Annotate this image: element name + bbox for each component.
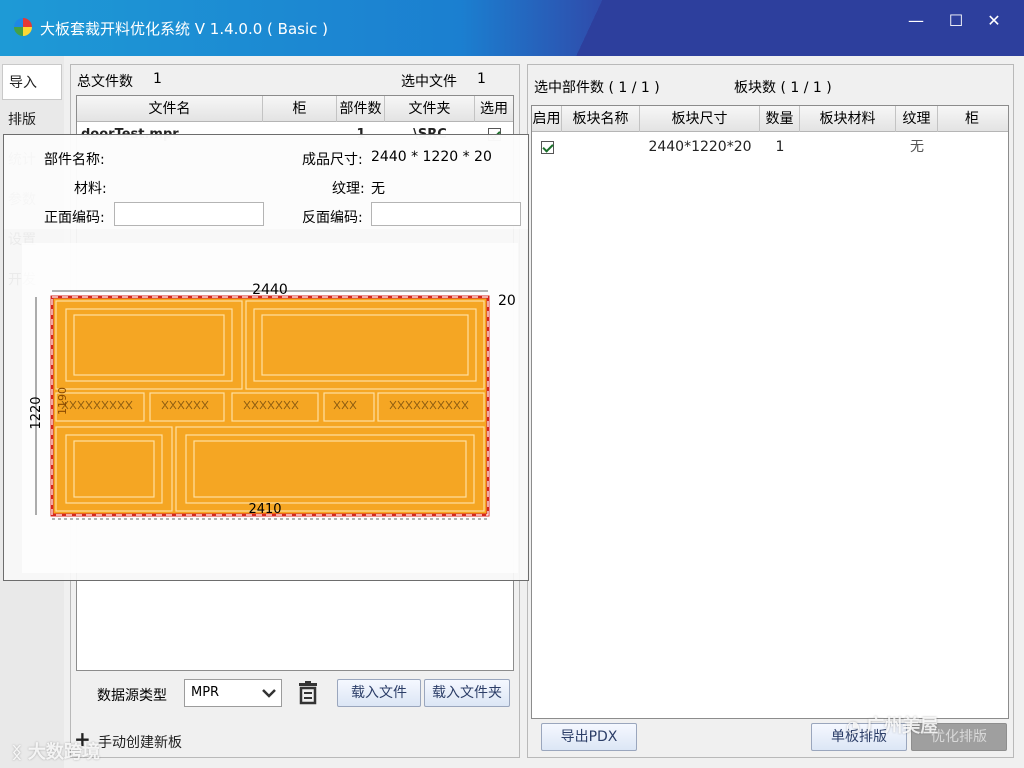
wechat-icon: ◔ [846,717,860,736]
datasource-label: 数据源类型 [97,688,167,704]
nav-item-layout[interactable]: 排版 [2,102,62,138]
col-header-board-name[interactable]: 板块名称 [562,106,640,132]
selected-parts-label: 选中部件数 ( 1 / 1 ) [534,80,660,96]
back-code-input[interactable] [371,202,521,226]
enable-checkbox[interactable] [540,140,554,154]
col-header-filename[interactable]: 文件名 [77,96,263,122]
load-file-button[interactable]: 载入文件 [337,679,421,707]
cell-cabinet [938,136,1006,158]
title-bar[interactable]: 大板套裁开料优化系统 V 1.4.0.0 ( Basic ) — ☐ ✕ [0,0,1024,56]
watermark-logo-icon: ᛝ [12,743,22,762]
watermark-right: ◔ 广州美屋 [846,712,938,738]
dim-bottom-label: 2410 [248,502,281,517]
cell-material [800,136,896,158]
col-header-board-size[interactable]: 板块尺寸 [640,106,760,132]
finished-size-label: 成品尺寸: [302,152,363,168]
total-files-label: 总文件数 [77,74,133,90]
app-icon [14,18,32,36]
total-files-value: 1 [153,71,162,87]
app-window: 大板套裁开料优化系统 V 1.4.0.0 ( Basic ) — ☐ ✕ 导入 … [0,0,1024,768]
chevron-down-icon [262,689,276,698]
col-header-enabled[interactable]: 启用 [532,106,562,132]
material-label: 材料: [74,181,107,197]
watermark-left-text: 大数跨境 [27,742,100,763]
datasource-select[interactable]: MPR [184,679,282,707]
parts-grid-header: 启用 板块名称 板块尺寸 数量 板块材料 纹理 柜 [532,106,1008,132]
load-folder-button[interactable]: 载入文件夹 [424,679,510,707]
front-code-input[interactable] [114,202,264,226]
board-drawing-svg: 2440 20 1220 1190 2410 [29,282,516,520]
back-code-label: 反面编码: [302,210,363,226]
part-preview-popup: 部件名称: 成品尺寸: 2440 * 1220 * 20 材料: 纹理: 无 正… [3,134,529,581]
col-header-material[interactable]: 板块材料 [800,106,896,132]
files-grid-header: 文件名 柜 部件数 文件夹 选用 [77,96,513,122]
front-code-label: 正面编码: [44,210,105,226]
grain-value: 无 [371,181,385,197]
board-drawing: 2440 20 1220 1190 2410 [22,243,518,573]
board-count-label: 板块数 ( 1 / 1 ) [734,80,832,96]
table-row[interactable]: 2440*1220*20 1 无 [532,136,1006,158]
minimize-button[interactable]: — [896,10,936,32]
cell-enabled [532,136,562,158]
cell-board-size: 2440*1220*20 [648,139,752,155]
parts-grid[interactable]: 启用 板块名称 板块尺寸 数量 板块材料 纹理 柜 2440*1220*20 1… [531,105,1009,719]
cell-grain: 无 [910,139,924,155]
window-title: 大板套裁开料优化系统 V 1.4.0.0 ( Basic ) [40,20,328,38]
dim-right-label: 20 [498,293,516,309]
close-button[interactable]: ✕ [974,10,1014,32]
watermark-right-text: 广州美屋 [866,716,939,737]
selected-files-label: 选中文件 [401,74,457,90]
trash-icon[interactable] [297,681,319,705]
col-header-qty[interactable]: 数量 [760,106,800,132]
cell-qty: 1 [775,139,785,155]
maximize-button[interactable]: ☐ [936,10,976,32]
col-header-grain[interactable]: 纹理 [896,106,938,132]
dim-inner-left-label: 1190 [56,387,69,415]
col-header-folder[interactable]: 文件夹 [385,96,475,122]
parts-panel: 选中部件数 ( 1 / 1 ) 板块数 ( 1 / 1 ) 启用 板块名称 板块… [527,64,1014,758]
cell-board-name [562,136,640,158]
export-pdx-button[interactable]: 导出PDX [541,723,637,751]
dim-top-label: 2440 [252,282,288,298]
watermark-left: ᛝ 大数跨境 [12,738,100,764]
col-header-cabinet[interactable]: 柜 [938,106,1006,132]
col-header-cabinet[interactable]: 柜 [263,96,337,122]
finished-size-value: 2440 * 1220 * 20 [371,149,492,165]
datasource-value: MPR [191,685,220,700]
create-new-board-label: 手动创建新板 [98,735,182,751]
dim-left-label: 1220 [29,396,44,429]
grain-label: 纹理: [332,181,365,197]
selected-files-value: 1 [477,71,486,87]
datasource-row: 数据源类型 MPR 载入文件 载入文件夹 [71,677,519,711]
col-header-parts[interactable]: 部件数 [337,96,385,122]
part-name-label: 部件名称: [44,152,105,168]
col-header-select[interactable]: 选用 [475,96,513,122]
nav-item-import[interactable]: 导入 [2,64,62,100]
